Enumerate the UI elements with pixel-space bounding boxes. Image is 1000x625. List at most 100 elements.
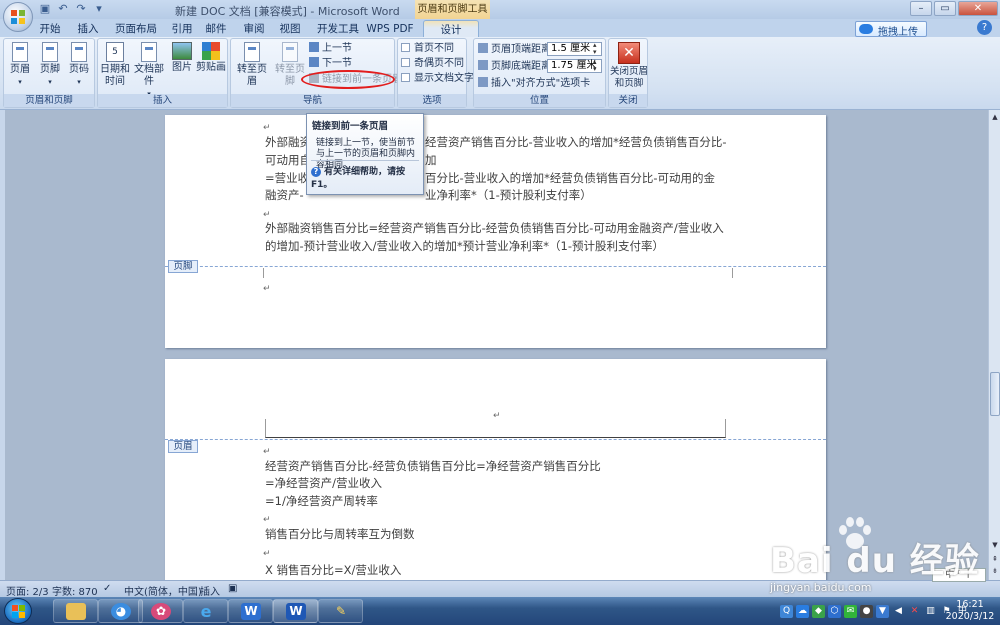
text-line: =营业收 <box>265 171 310 185</box>
previous-section-button[interactable]: 上一节 <box>309 42 352 55</box>
text-line: 外部融资 <box>265 135 311 149</box>
picture-icon <box>172 42 192 60</box>
taskbar-ie[interactable]: e <box>183 599 228 623</box>
tab-view[interactable]: 视图 <box>274 20 306 38</box>
cloud-tray-icon[interactable]: ☁ <box>796 604 809 618</box>
taskbar-word[interactable]: W <box>273 599 318 623</box>
first-page-different-checkbox[interactable]: 首页不同 <box>401 42 454 55</box>
mute-icon[interactable]: ✕ <box>908 605 921 618</box>
wechat-icon[interactable]: ✉ <box>844 604 857 618</box>
page-number-button[interactable]: 页码 ▾ <box>67 42 91 88</box>
document-page-2[interactable]: ↵ 页眉 ↵ 经营资产销售百分比-经营负债销售百分比=净经营资产销售百分比 =净… <box>165 359 826 580</box>
macro-icon[interactable]: ▣ <box>228 583 237 594</box>
group-label-insert: 插入 <box>98 94 227 107</box>
next-section-icon <box>309 57 319 67</box>
clock-time: 16:21 <box>956 599 984 610</box>
header-button[interactable]: 页眉 ▾ <box>8 42 32 88</box>
help-icon[interactable]: ? <box>977 20 992 35</box>
goto-header-icon <box>244 42 260 62</box>
text-line: 加 <box>425 153 437 167</box>
goto-footer-icon <box>282 42 298 62</box>
footer-tag: 页脚 <box>168 260 198 273</box>
group-label-close: 关闭 <box>609 94 647 107</box>
footer-button[interactable]: 页脚 ▾ <box>38 42 62 88</box>
office-button[interactable] <box>3 2 33 32</box>
taskbar-browser[interactable]: ◕ <box>98 599 143 623</box>
next-section-button[interactable]: 下一节 <box>309 57 352 70</box>
tab-review[interactable]: 审阅 <box>238 20 270 38</box>
quick-parts-button[interactable]: 文档部件▾ <box>131 42 167 100</box>
windows-logo-icon <box>12 605 25 618</box>
tab-design[interactable]: 设计 <box>423 20 479 38</box>
tab-insert[interactable]: 插入 <box>72 20 104 38</box>
clipart-button[interactable]: 剪贴画 <box>196 42 226 74</box>
security-icon[interactable]: ⬡ <box>828 604 841 618</box>
customize-icon[interactable]: ▾ <box>92 2 106 16</box>
group-label-position: 位置 <box>474 94 605 107</box>
scroll-thumb[interactable] <box>990 372 1000 416</box>
title-bar: ▣ ↶ ↷ ▾ 新建 DOC 文档 [兼容模式] - Microsoft Wor… <box>0 0 1000 19</box>
tab-references[interactable]: 引用 <box>166 20 198 38</box>
cloud-upload-label: 拖拽上传 <box>878 27 918 38</box>
cloud-upload-button[interactable]: 拖拽上传 <box>855 21 927 38</box>
text-line: 融资产- <box>265 188 304 202</box>
search-icon[interactable]: Q <box>780 604 793 618</box>
taskbar-explorer[interactable] <box>53 599 98 623</box>
status-word-count[interactable]: 字数: 870 <box>52 583 98 598</box>
taskbar-app[interactable]: ✿ <box>138 599 183 623</box>
document-workspace[interactable]: ↵ 外部融资 经营资产销售百分比-营业收入的增加*经营负债销售百分比- 可动用自… <box>0 110 988 580</box>
taskbar-clock[interactable]: 16:21 2020/3/12 <box>945 599 995 623</box>
text-line: 销售百分比与周转率互为倒数 <box>265 527 415 541</box>
volume-icon[interactable]: ◀ <box>892 605 905 618</box>
start-button[interactable] <box>4 598 32 624</box>
highlight-circle <box>301 70 395 89</box>
odd-even-different-checkbox[interactable]: 奇偶页不同 <box>401 57 464 70</box>
taskbar-paint[interactable]: ✎ <box>318 599 363 623</box>
tab-home[interactable]: 开始 <box>34 20 66 38</box>
redo-icon[interactable]: ↷ <box>74 2 88 16</box>
tooltip-help: ? 有关详细帮助，请按 F1。 <box>311 160 419 190</box>
header-distance-input[interactable]: 1.5 厘米 <box>547 42 602 56</box>
tab-mailings[interactable]: 邮件 <box>200 20 232 38</box>
status-language[interactable]: 中文(简体，中国) <box>124 583 202 598</box>
ribbon: 页眉▾ 页脚▾ 页码▾ 页眉和页脚 5 日期和 时间 文档部件▾ 图片 剪贴画 <box>0 37 1000 110</box>
scroll-up-icon[interactable]: ▲ <box>990 112 1000 122</box>
proofing-icon[interactable]: ✓ <box>103 583 111 594</box>
status-page[interactable]: 页面: 2/3 <box>6 583 49 598</box>
minimize-icon[interactable]: – <box>910 1 932 16</box>
goto-header-button[interactable]: 转至页眉 <box>233 42 271 88</box>
text-line: =1/净经营资产周转率 <box>265 494 378 508</box>
window-controls: – ▭ ✕ <box>910 1 998 16</box>
record-icon[interactable]: ● <box>860 604 873 618</box>
vertical-ruler <box>0 110 5 580</box>
watermark-title: Bai du 经验 <box>770 541 980 581</box>
maximize-icon[interactable]: ▭ <box>934 1 956 16</box>
shield-icon[interactable]: ◆ <box>812 604 825 618</box>
close-header-footer-button[interactable]: ✕ 关闭页眉 和页脚 <box>610 42 648 90</box>
tab-page-layout[interactable]: 页面布局 <box>110 20 162 38</box>
paragraph-mark: ↵ <box>263 549 271 559</box>
calendar-icon: 5 <box>106 42 124 62</box>
document-page-1[interactable]: ↵ 外部融资 经营资产销售百分比-营业收入的增加*经营负债销售百分比- 可动用自… <box>165 115 826 348</box>
insert-align-tab-button[interactable]: 插入"对齐方式"选项卡 <box>478 77 590 90</box>
save-icon[interactable]: ▣ <box>38 2 52 16</box>
defender-icon[interactable]: ▼ <box>876 604 889 618</box>
footer-distance-input[interactable]: 1.75 厘米 <box>547 59 602 73</box>
tab-developer[interactable]: 开发工具 <box>310 20 366 38</box>
show-document-text-checkbox[interactable]: 显示文档文字 <box>401 72 474 85</box>
taskbar-wps-writer[interactable]: W <box>228 599 273 623</box>
group-label-header-footer: 页眉和页脚 <box>4 94 94 107</box>
picture-button[interactable]: 图片 <box>170 42 194 74</box>
datetime-button[interactable]: 5 日期和 时间 <box>100 42 130 88</box>
network-icon[interactable]: ▥ <box>924 605 937 618</box>
wps-writer-icon: W <box>241 603 261 620</box>
tab-wps-pdf[interactable]: WPS PDF <box>366 20 414 38</box>
window-title: 新建 DOC 文档 [兼容模式] - Microsoft Word <box>175 5 400 18</box>
undo-icon[interactable]: ↶ <box>56 2 70 16</box>
paragraph-mark: ↵ <box>263 284 271 294</box>
close-icon[interactable]: ✕ <box>958 1 998 16</box>
quick-parts-icon <box>141 42 157 62</box>
vertical-scrollbar[interactable]: ▲ ▼ ⇞ ⇟ <box>988 110 1000 580</box>
clipart-icon <box>202 42 220 60</box>
status-insert-mode[interactable]: 插入 <box>200 583 220 598</box>
